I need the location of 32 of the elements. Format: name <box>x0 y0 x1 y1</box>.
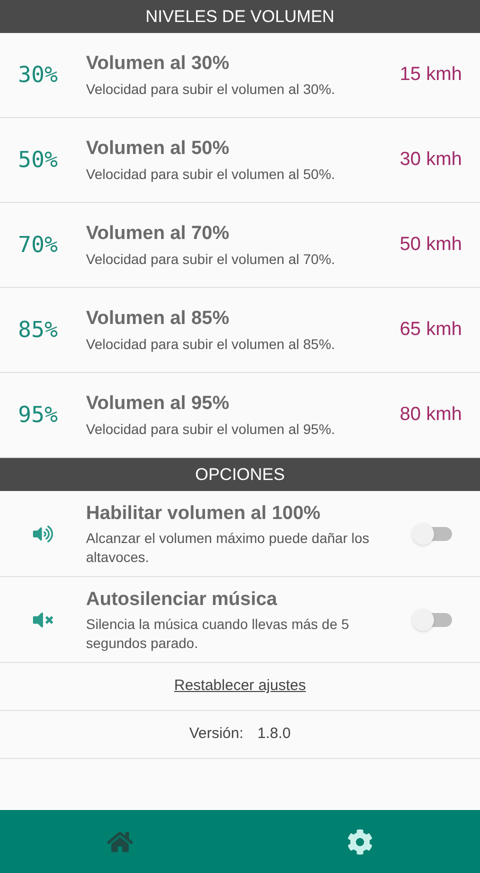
level-description: Velocidad para subir el volumen al 95%. <box>86 420 336 439</box>
level-description: Velocidad para subir el volumen al 85%. <box>86 334 336 354</box>
version-label: Versión: <box>189 724 244 744</box>
option-description: Silencia la música cuando llevas más de 5 segundos parado. <box>86 614 350 653</box>
percent-label: 70% <box>18 232 59 260</box>
speed-value[interactable]: 15 kmh <box>400 60 462 90</box>
option-title: Autosilenciar música <box>86 588 278 612</box>
muted-speaker-icon <box>33 610 53 630</box>
section-header: NIVELES DE VOLUMEN <box>0 0 480 33</box>
level-description: Velocidad para subir el volumen al 50%. <box>86 164 336 184</box>
level-title: Volumen al 30% <box>86 52 230 76</box>
percent-label: 30% <box>18 62 59 90</box>
level-title: Volumen al 50% <box>86 137 230 162</box>
level-description: Velocidad para subir el volumen al 70%. <box>86 250 336 269</box>
section-header: OPCIONES <box>0 458 480 491</box>
speed-value[interactable]: 50 kmh <box>400 230 462 260</box>
settings-icon[interactable] <box>347 828 373 854</box>
level-title: Volumen al 85% <box>86 307 230 332</box>
speaker-icon <box>33 524 53 544</box>
speed-value[interactable]: 30 kmh <box>400 146 462 174</box>
option-title: Habilitar volumen al 100% <box>86 502 322 526</box>
percent-label: 85% <box>18 316 59 344</box>
speed-value[interactable]: 65 kmh <box>400 316 462 344</box>
level-title: Volumen al 70% <box>86 222 230 246</box>
reset-settings-link[interactable]: Restablecer ajustes <box>174 675 306 698</box>
speed-value[interactable]: 80 kmh <box>400 400 462 430</box>
level-title: Volumen al 95% <box>86 392 230 416</box>
level-description: Velocidad para subir el volumen al 30%. <box>86 80 336 99</box>
version-value: 1.8.0 <box>257 724 291 744</box>
percent-label: 50% <box>18 146 59 174</box>
option-description: Alcanzar el volumen máximo puede dañar los altavoces. <box>86 528 370 567</box>
percent-label: 95% <box>18 402 59 430</box>
